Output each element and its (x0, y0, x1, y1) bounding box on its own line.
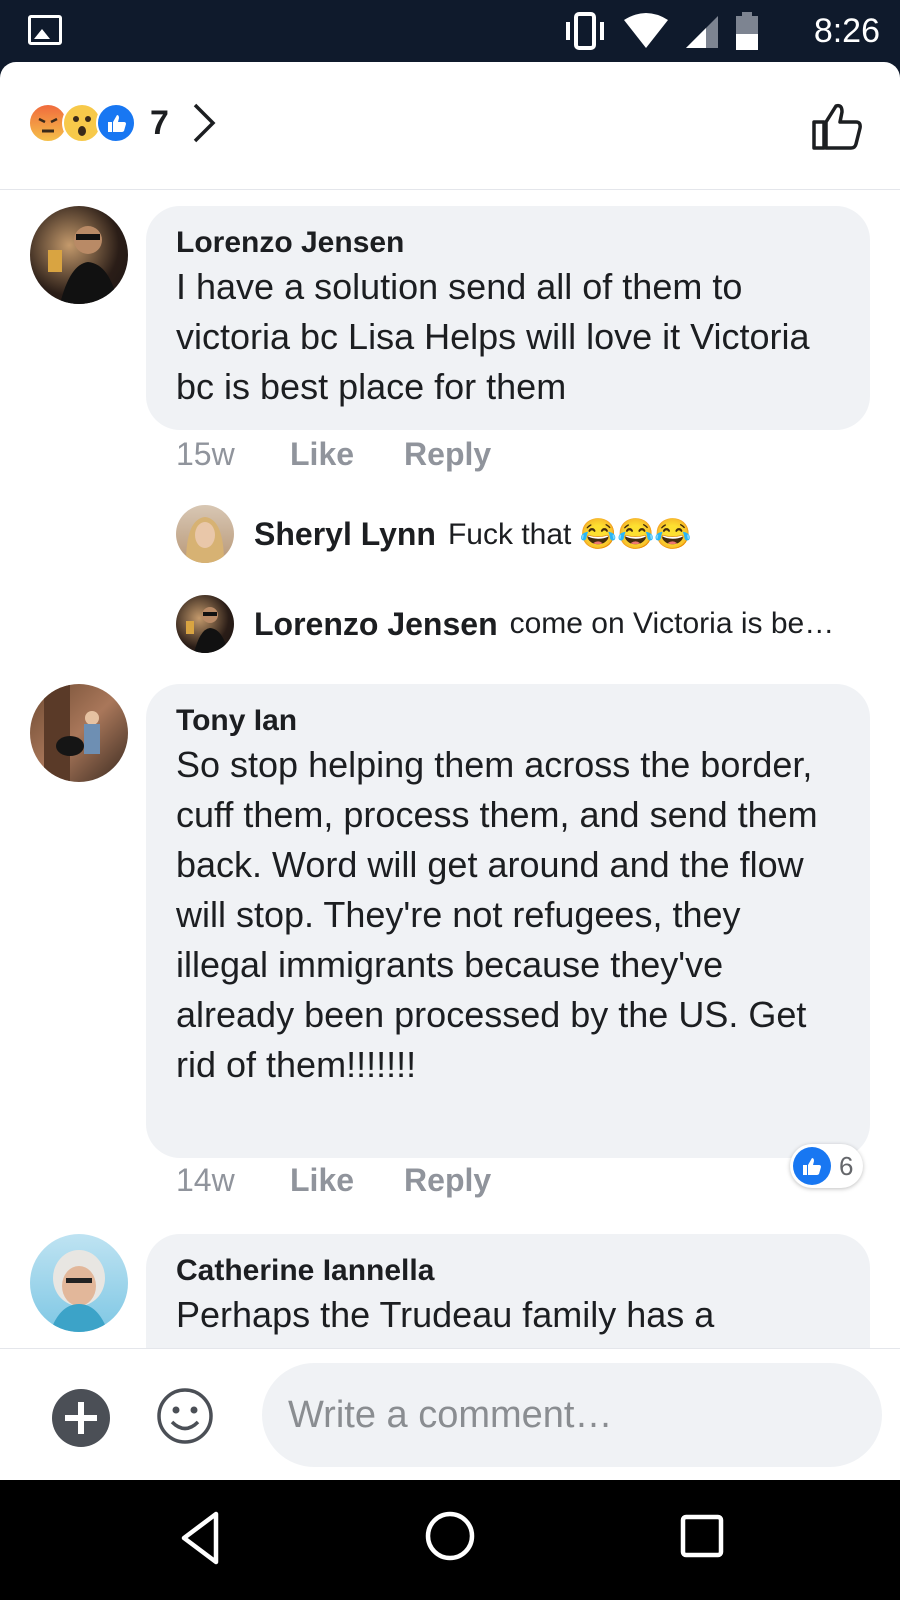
recent-apps-icon[interactable] (680, 1514, 724, 1558)
comment-author[interactable]: Lorenzo Jensen (176, 224, 842, 262)
comment-list: Lorenzo Jensen I have a solution send al… (0, 190, 900, 1348)
reaction-summary[interactable]: 7 (28, 102, 217, 144)
add-attachment-icon[interactable] (52, 1389, 110, 1447)
comment-like-badge[interactable]: 6 (790, 1144, 864, 1188)
wifi-icon (624, 13, 668, 48)
comment-composer (0, 1348, 900, 1480)
comment-text: I have a solution send all of them to vi… (176, 266, 810, 407)
reply-item[interactable]: Sheryl Lynn Fuck that 😂😂😂 (176, 504, 692, 564)
comment-bubble[interactable]: Tony Ian So stop helping them across the… (146, 684, 870, 1158)
reply-text: come on Victoria is be… (509, 607, 835, 640)
like-reaction-icon (96, 103, 136, 143)
thumbs-up-icon[interactable] (810, 98, 864, 152)
home-icon[interactable] (424, 1510, 476, 1562)
comment-text: Perhaps the Trudeau family has a (176, 1294, 715, 1335)
like-link[interactable]: Like (290, 436, 354, 473)
reply-link[interactable]: Reply (404, 1162, 491, 1199)
comment-time[interactable]: 15w (176, 436, 290, 473)
avatar[interactable] (30, 684, 128, 782)
navigation-bar (0, 1480, 900, 1600)
comment-bubble[interactable]: Lorenzo Jensen I have a solution send al… (146, 206, 870, 430)
avatar[interactable] (30, 1234, 128, 1332)
back-icon[interactable] (178, 1510, 222, 1566)
comment-text: So stop helping them across the border, … (176, 744, 818, 1085)
comment-author[interactable]: Catherine Iannella (176, 1252, 842, 1290)
comment-actions: 14w Like Reply (176, 1156, 541, 1204)
reactions-bar[interactable]: 7 (0, 62, 900, 190)
reply-link[interactable]: Reply (404, 436, 491, 473)
signal-icon (686, 16, 718, 48)
clock: 8:26 (813, 12, 880, 50)
emoji-icon[interactable] (156, 1387, 214, 1445)
avatar[interactable] (30, 206, 128, 304)
comment-actions: 15w Like Reply (176, 430, 541, 478)
comment-bubble[interactable]: Catherine Iannella Perhaps the Trudeau f… (146, 1234, 870, 1348)
comment-input[interactable] (262, 1363, 882, 1467)
comments-sheet: 7 Lorenzo Jensen I have a solution send … (0, 62, 900, 1480)
like-link[interactable]: Like (290, 1162, 354, 1199)
battery-icon (736, 12, 758, 50)
reply-item[interactable]: Lorenzo Jensen come on Victoria is be… (176, 594, 834, 654)
reply-text: Fuck that 😂😂😂 (447, 517, 692, 551)
vibrate-icon (566, 12, 604, 50)
like-count: 6 (839, 1150, 854, 1181)
comment-time[interactable]: 14w (176, 1162, 290, 1199)
status-icons (562, 12, 760, 50)
like-reaction-icon (793, 1147, 831, 1185)
reply-author[interactable]: Lorenzo Jensen (254, 606, 498, 643)
avatar[interactable] (176, 505, 234, 563)
avatar[interactable] (176, 595, 234, 653)
reply-author[interactable]: Sheryl Lynn (254, 516, 436, 553)
status-bar: 8:26 (0, 0, 900, 62)
chevron-right-icon[interactable] (191, 102, 217, 144)
reaction-count: 7 (150, 103, 169, 142)
comment-author[interactable]: Tony Ian (176, 702, 842, 740)
gallery-icon (28, 15, 62, 45)
